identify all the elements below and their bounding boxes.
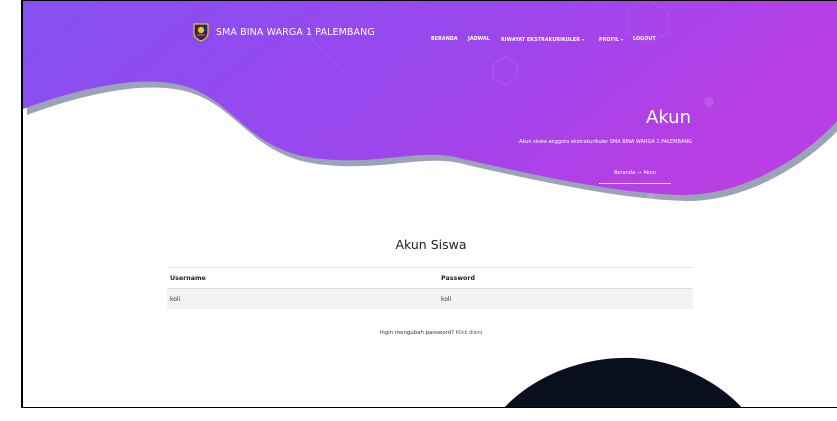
nav-jadwal[interactable]: JADWAL	[468, 37, 490, 42]
cell-username: koli	[170, 295, 181, 303]
dark-blob-decoration	[504, 357, 742, 407]
page-subtitle: Akun siswa anggota ekstrakurikuler SMA B…	[519, 139, 692, 145]
column-header-password: Password	[441, 274, 475, 282]
table-row: koli koli	[167, 289, 693, 309]
breadcrumb-home[interactable]: Beranda	[614, 170, 635, 176]
change-password-prompt: Ingin mengubah password? Klick disini	[23, 330, 837, 336]
nav-riwayat-ekstrakurikuler[interactable]: RIWAYAT EKSTRAKURIKULER ▾	[501, 37, 584, 43]
browser-viewport: SMA BINA WARGA 1 PALEMBANG BERANDA JADWA…	[21, 0, 837, 408]
table-header: Username Password	[167, 267, 693, 289]
column-header-username: Username	[170, 274, 206, 282]
nav-profil[interactable]: PROFIL ▾	[599, 37, 623, 43]
nav-profil-label: PROFIL	[599, 38, 620, 43]
chevron-down-icon: ▾	[621, 37, 624, 42]
chevron-down-icon: ▾	[582, 37, 585, 42]
section-title: Akun Siswa	[395, 237, 467, 252]
page-title: Akun	[646, 107, 691, 128]
change-password-link[interactable]: Klick disini	[456, 330, 482, 336]
arrow-right-icon: →	[637, 170, 642, 176]
navbar: SMA BINA WARGA 1 PALEMBANG BERANDA JADWA…	[23, 1, 837, 47]
nav-riwayat-label: RIWAYAT EKSTRAKURIKULER	[501, 38, 581, 43]
breadcrumb: Beranda → Akun	[599, 170, 671, 184]
brand-name: SMA BINA WARGA 1 PALEMBANG	[216, 26, 375, 38]
brand-link[interactable]: SMA BINA WARGA 1 PALEMBANG	[191, 23, 375, 47]
school-logo-icon	[193, 23, 209, 42]
breadcrumb-current: Akun	[643, 170, 656, 176]
page-bottom-margin	[0, 408, 837, 421]
cell-password: koli	[441, 295, 452, 303]
account-table: Username Password koli koli	[167, 267, 693, 309]
nav-beranda[interactable]: BERANDA	[431, 37, 458, 42]
change-password-text: Ingin mengubah password?	[379, 330, 455, 336]
nav-logout[interactable]: LOGOUT	[633, 37, 656, 42]
